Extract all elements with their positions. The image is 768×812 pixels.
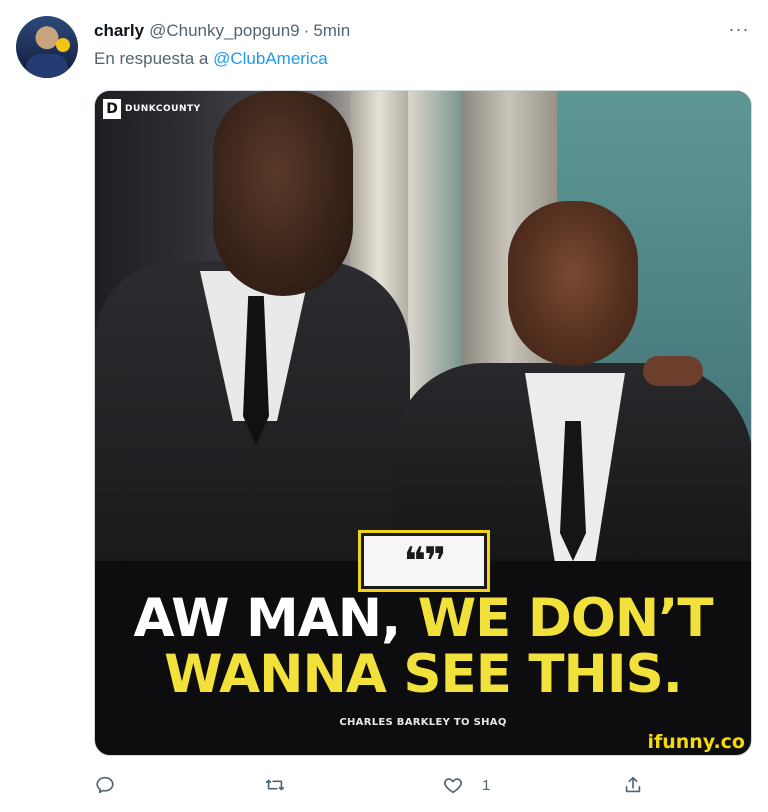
avatar-jersey <box>26 54 68 78</box>
like-count: 1 <box>482 776 491 794</box>
share-button[interactable] <box>622 772 644 798</box>
tweet-actions: 1 <box>94 772 654 798</box>
caption-white-text: AW MAN, <box>133 588 401 649</box>
avatar-badge <box>56 38 70 52</box>
left-person-head <box>213 91 353 296</box>
caption-yellow-text-1: WE DON’T <box>417 588 714 649</box>
reply-icon <box>96 776 114 794</box>
more-options-icon[interactable]: ··· <box>726 18 752 40</box>
heart-icon <box>444 778 462 794</box>
like-button[interactable]: 1 <box>442 772 490 798</box>
share-icon <box>625 776 641 793</box>
timestamp[interactable]: 5min <box>313 21 350 41</box>
reply-button[interactable] <box>94 772 116 798</box>
retweet-icon <box>265 779 285 791</box>
dunkcounty-logo-text: DUNKCOUNTY <box>125 104 201 114</box>
meme-caption: AW MAN, WE DON’T WANNA SEE THIS. <box>95 591 751 703</box>
ifunny-watermark: ifunny.co <box>647 731 745 753</box>
author-handle[interactable]: @Chunky_popgun9 <box>149 21 300 41</box>
tweet-media-image[interactable]: D DUNKCOUNTY ❝❞ AW MAN, WE DON’T WANNA S… <box>94 90 752 756</box>
separator-dot: · <box>303 21 310 40</box>
dunkcounty-logo: D DUNKCOUNTY <box>103 99 201 119</box>
dunkcounty-logo-mark: D <box>103 99 121 119</box>
right-person-head <box>508 201 638 366</box>
photo: D DUNKCOUNTY <box>95 91 751 561</box>
quote-icon: ❝❞ <box>358 530 490 592</box>
retweet-button[interactable] <box>264 772 286 798</box>
reply-prefix: En respuesta a <box>94 49 209 68</box>
caption-yellow-text-2: WANNA SEE THIS. <box>164 644 683 705</box>
reply-context: En respuesta a @ClubAmerica <box>94 49 328 69</box>
author-name[interactable]: charly <box>94 21 144 41</box>
caption-attribution: CHARLES BARKLEY TO SHAQ <box>339 717 507 728</box>
tweet-header: charly @Chunky_popgun9 · 5min ··· <box>94 18 752 42</box>
reply-mention-link[interactable]: @ClubAmerica <box>213 49 328 68</box>
hand-on-shoulder <box>643 356 703 386</box>
avatar[interactable] <box>16 16 78 78</box>
